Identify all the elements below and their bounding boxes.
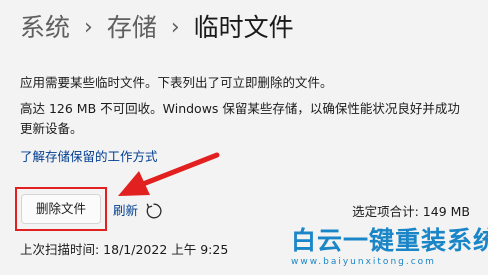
breadcrumb-storage[interactable]: 存储	[107, 8, 157, 48]
learn-storage-reserve-link[interactable]: 了解存储保留的工作方式	[20, 147, 158, 167]
refresh-button[interactable]: 刷新	[113, 201, 163, 221]
breadcrumb-separator: ›	[170, 15, 180, 40]
description-line-2: 高达 126 MB 不可回收。Windows 保留某些存储，以确保性能状况良好并…	[20, 101, 460, 136]
delete-button-highlight: 删除文件	[15, 187, 107, 231]
refresh-icon	[145, 202, 163, 220]
watermark-title: 白云一键重装系统	[291, 226, 488, 255]
description-line-1: 应用需要某些临时文件。下表列出了可立即删除的文件。	[20, 75, 333, 90]
watermark: 白云一键重装系统 www.baiyunxitong.com	[288, 226, 488, 275]
breadcrumb: 系统 › 存储 › 临时文件	[20, 8, 294, 48]
page-title: 临时文件	[193, 13, 294, 42]
delete-files-button[interactable]: 删除文件	[21, 194, 101, 224]
watermark-url: www.baiyunxitong.com	[291, 257, 436, 267]
last-scan-time: 上次扫描时间: 18/1/2022 上午 9:25	[20, 242, 229, 257]
selected-total: 选定项合计: 149 MB	[352, 204, 470, 219]
refresh-label: 刷新	[113, 203, 139, 218]
breadcrumb-separator: ›	[84, 15, 93, 40]
breadcrumb-system[interactable]: 系统	[20, 8, 70, 48]
